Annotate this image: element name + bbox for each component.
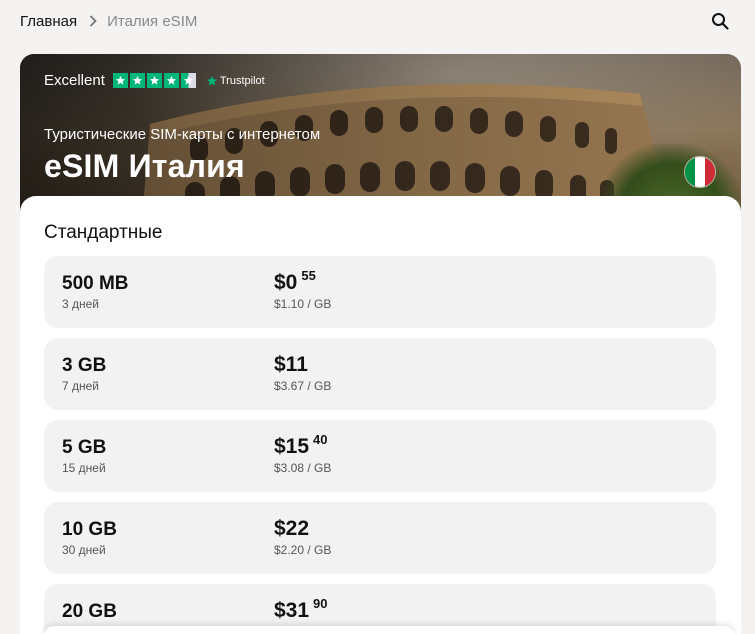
star-icon [163, 73, 179, 88]
price-cents: 90 [313, 596, 328, 611]
plan-duration: 15 дней [62, 461, 106, 475]
plan-card[interactable]: 3 GB 7 дней $11 $3.67 / GB [44, 338, 716, 410]
plan-data-size: 5 GB [62, 437, 107, 458]
price-per-gb: $1.10 / GB [274, 297, 332, 311]
breadcrumb-home-link[interactable]: Главная [20, 13, 77, 30]
star-icon [112, 73, 128, 88]
plans-panel: Стандартные 500 MB 3 дней $0 55 $1.10 / … [20, 196, 741, 634]
italy-flag-icon [684, 156, 716, 188]
price-main: $11 [274, 353, 308, 376]
plan-card[interactable]: 5 GB 15 дней $15 40 $3.08 / GB [44, 420, 716, 492]
trustpilot-logo: Trustpilot [206, 75, 265, 87]
chevron-right-icon [89, 15, 97, 27]
star-icon [129, 73, 145, 88]
plan-price: $0 55 [274, 268, 316, 295]
search-button[interactable] [709, 10, 731, 32]
plan-card[interactable]: 500 MB 3 дней $0 55 $1.10 / GB [44, 256, 716, 328]
trustpilot-brand: Trustpilot [219, 74, 265, 87]
plan-duration: 7 дней [62, 379, 100, 393]
search-icon [712, 13, 729, 30]
trustpilot-star-icon [206, 75, 217, 85]
plan-card[interactable]: 10 GB 30 дней $22 $2.20 / GB [44, 502, 716, 574]
star-icon [146, 73, 162, 88]
top-bar: Главная Италия eSIM [20, 10, 731, 32]
trustpilot-rating[interactable]: Excellent Trustpilot [44, 72, 265, 89]
plan-duration: 3 дней [62, 297, 100, 311]
plan-price: $15 40 [274, 432, 328, 459]
price-per-gb: $2.20 / GB [274, 543, 332, 557]
price-main: $31 [274, 599, 310, 622]
plan-data-size: 3 GB [62, 355, 107, 376]
page-title: eSIM Италия [44, 148, 245, 184]
plan-data-size: 20 GB [62, 601, 117, 622]
hero-subtitle: Туристические SIM-карты с интернетом [44, 126, 321, 143]
plan-price: $22 [274, 517, 313, 541]
price-main: $0 [274, 271, 298, 294]
price-main: $15 [274, 435, 310, 458]
rating-stars [112, 73, 196, 88]
price-per-gb: $3.08 / GB [274, 461, 332, 475]
plan-duration: 30 дней [62, 543, 106, 557]
section-title: Стандартные [44, 222, 163, 243]
plan-price: $11 [274, 353, 312, 377]
half-star-icon [180, 73, 196, 88]
price-main: $22 [274, 517, 310, 540]
plan-data-size: 500 MB [62, 273, 129, 294]
bottom-sheet-edge [44, 626, 734, 634]
plan-data-size: 10 GB [62, 519, 117, 540]
breadcrumb-current: Италия eSIM [107, 12, 198, 30]
plan-price: $31 90 [274, 596, 328, 623]
price-per-gb: $3.67 / GB [274, 379, 332, 393]
price-cents: 55 [301, 268, 316, 283]
trust-label: Excellent [44, 72, 105, 89]
price-cents: 40 [313, 432, 328, 447]
